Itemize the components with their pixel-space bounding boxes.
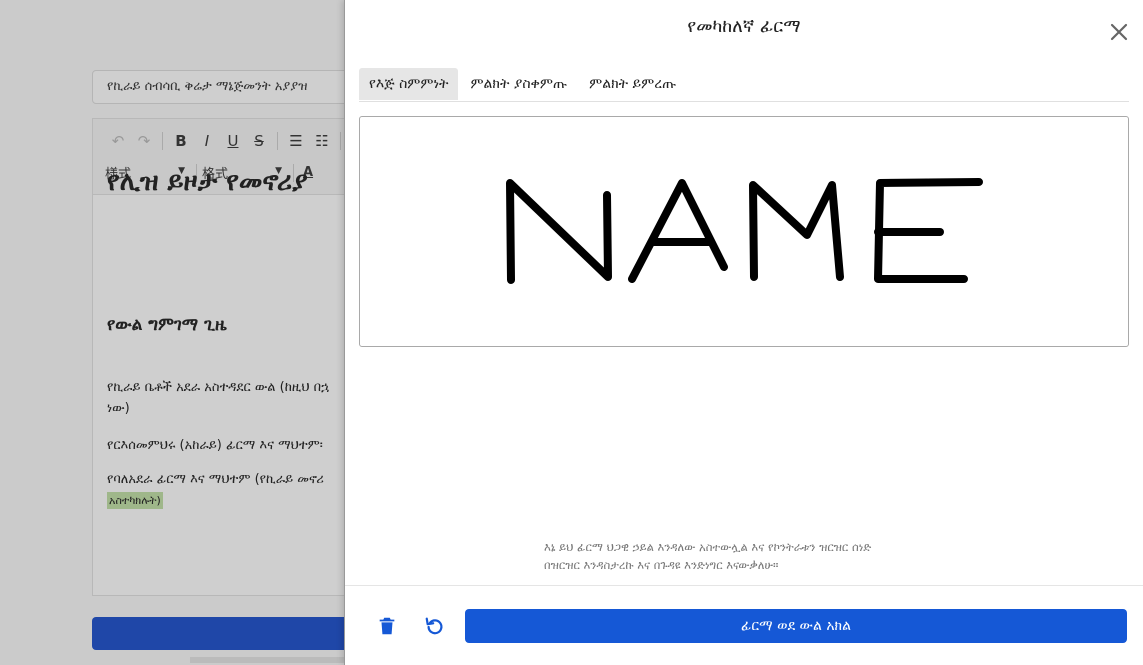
handwritten-signature <box>506 178 983 284</box>
toolbar-divider <box>277 132 278 150</box>
toolbar-divider <box>162 132 163 150</box>
close-icon <box>1110 23 1128 41</box>
document-paragraph: የርእሰመምህሩ (አከራይ) ፊርማ እና ማህተም፡ <box>107 438 323 453</box>
legal-disclaimer: እኔ ይህ ፊርማ ህጋዊ ኃይል እንዳለው አስተውሏል እና የኮንትራቱ… <box>544 540 872 572</box>
modal-title: የመካከለኛ ፊርማ <box>687 16 801 37</box>
document-subheading: የውል ግምገማ ጊዜ <box>107 315 227 335</box>
strikethrough-button[interactable]: S <box>246 131 272 151</box>
bold-button[interactable]: B <box>168 131 194 151</box>
add-signature-button[interactable]: ፊርማ ወደ ውል አክል <box>465 609 1127 643</box>
background-footer-text <box>190 657 370 663</box>
bulleted-list-icon[interactable]: ☷ <box>309 131 335 151</box>
undo-button[interactable]: ↶ <box>105 131 131 151</box>
modal-footer: ፊርማ ወደ ውል አክል <box>345 585 1143 665</box>
underline-button[interactable]: U <box>220 131 246 151</box>
document-paragraph: የኪራይ ቤቶች አደራ አስተዳደር ውል (ከዚህ በኋ ነው) <box>107 380 330 416</box>
numbered-list-icon[interactable]: ☰ <box>283 131 309 151</box>
redo-button[interactable]: ↷ <box>131 131 157 151</box>
document-heading: የሊዝ ይዞታ የመኖሪያ <box>107 167 308 197</box>
signature-canvas[interactable] <box>359 116 1129 347</box>
close-button[interactable] <box>1107 20 1131 44</box>
clear-signature-button[interactable] <box>371 610 403 642</box>
trash-icon <box>379 617 395 635</box>
italic-button[interactable]: I <box>194 131 220 151</box>
tab-select-mark[interactable]: ምልክት ይምረጡ <box>579 68 686 100</box>
tab-handwritten[interactable]: የእጅ ስምምነት <box>359 68 459 100</box>
signature-tabs: የእጅ ስምምነት ምልክት ያስቀምጡ ምልክት ይምረጡ <box>359 68 1129 102</box>
undo-stroke-button[interactable] <box>419 610 451 642</box>
toolbar-divider <box>340 132 341 150</box>
document-paragraph: የባለአደራ ፊርማ እና ማህተም (የኪራይ መኖሪ አስተካክሉት) <box>107 472 324 509</box>
highlighted-text: አስተካክሉት) <box>107 492 163 509</box>
signature-modal: የመካከለኛ ፊርማ የእጅ ስምምነት ምልክት ያስቀምጡ ምልክት ይምረ… <box>344 0 1143 665</box>
undo-icon <box>425 617 443 635</box>
tab-upload-mark[interactable]: ምልክት ያስቀምጡ <box>460 68 577 100</box>
